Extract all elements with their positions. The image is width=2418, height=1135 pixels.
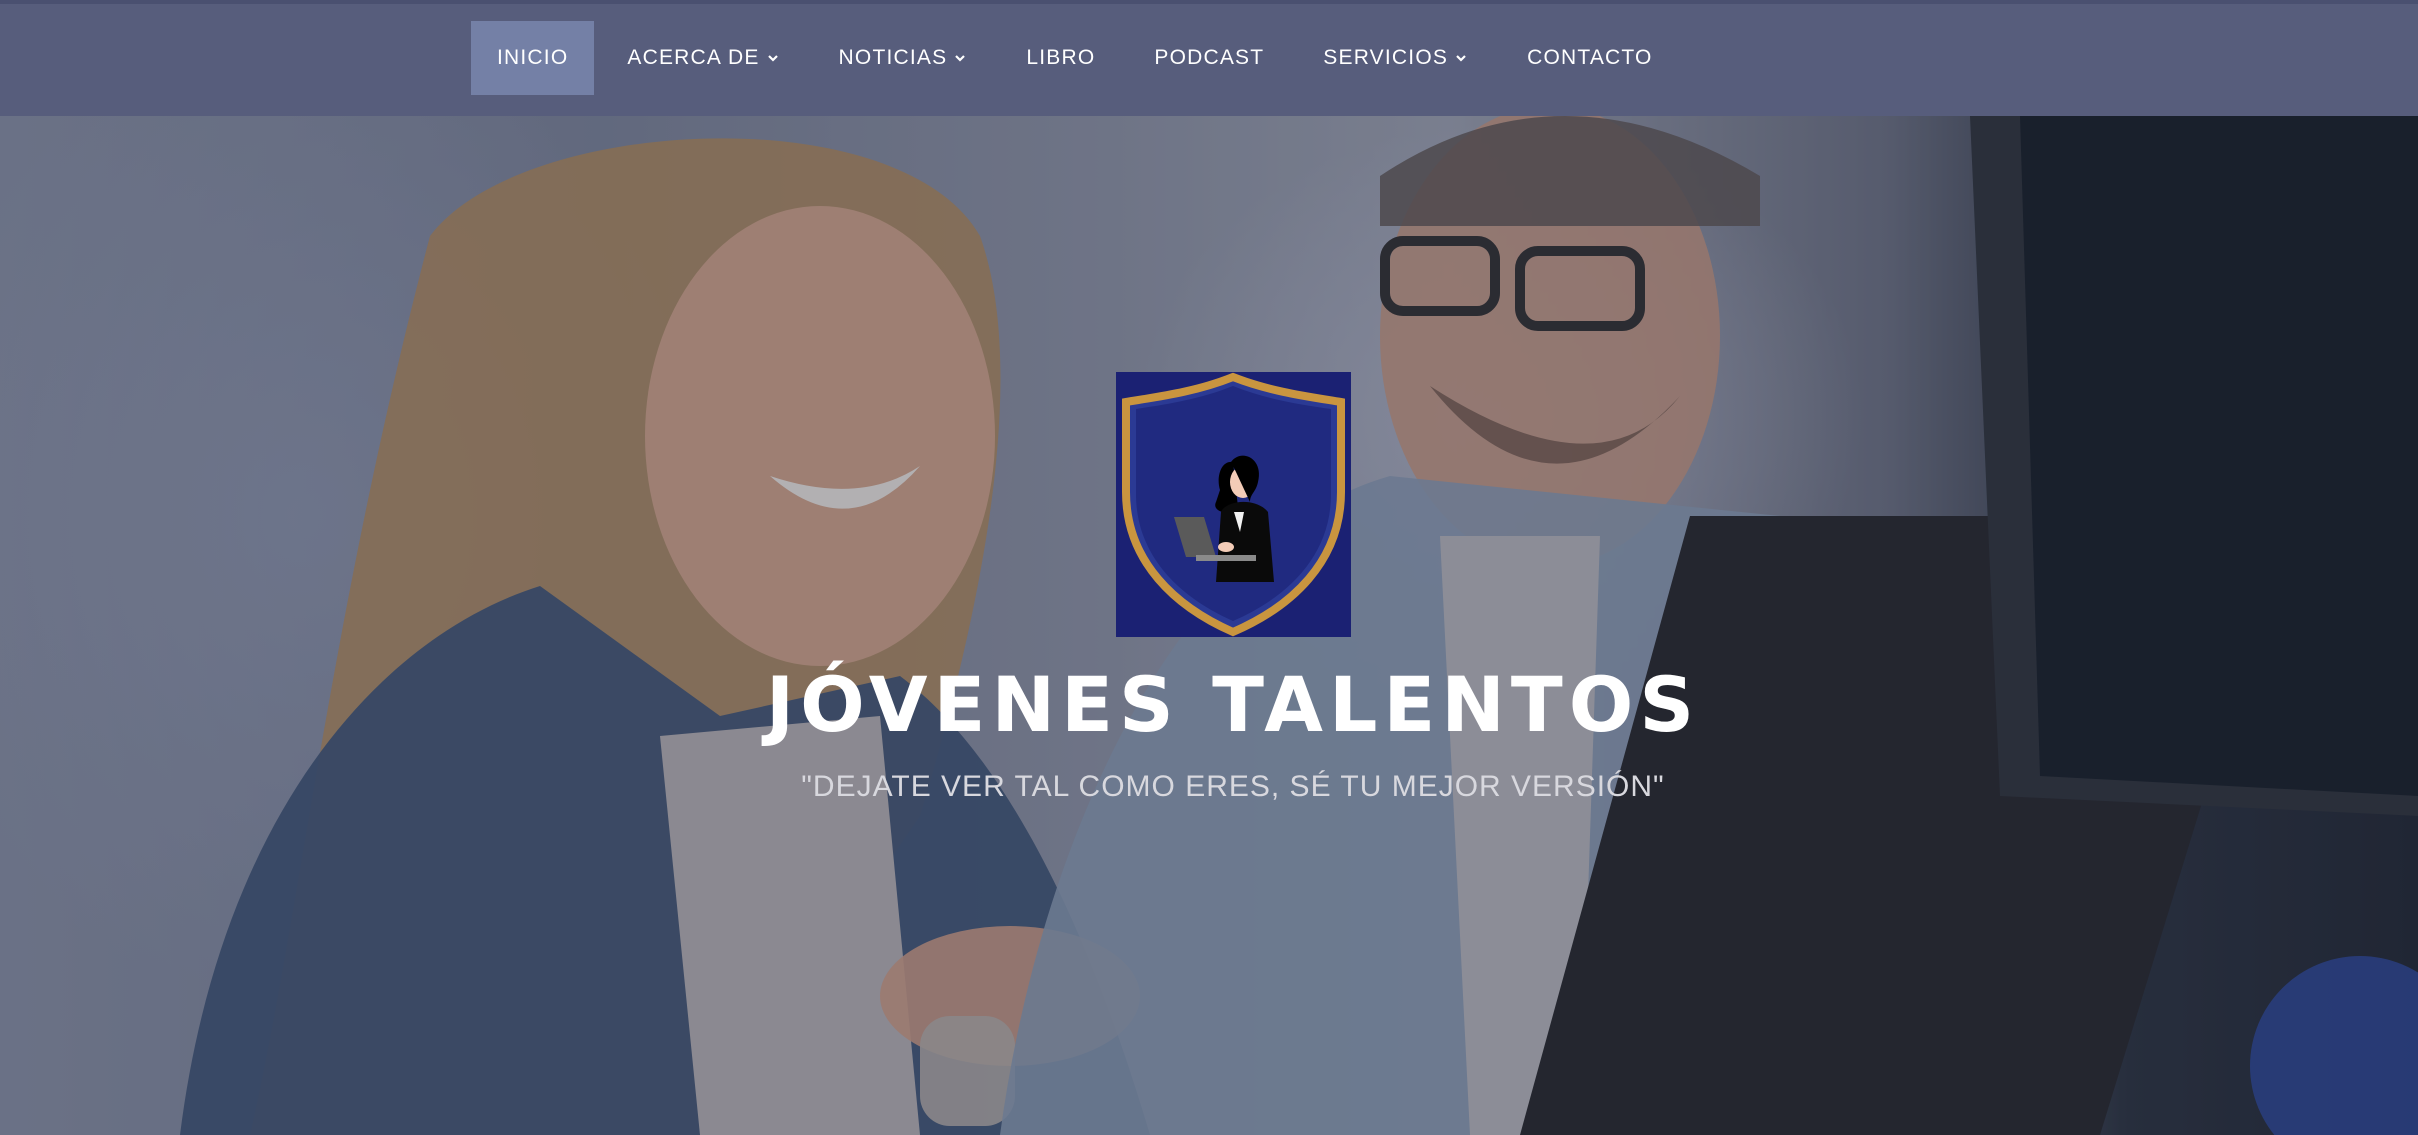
nav-item-label: NOTICIAS bbox=[838, 46, 948, 69]
hero-title: JÓVENES TALENTOS bbox=[765, 660, 1701, 749]
nav-item-servicios[interactable]: SERVICIOS bbox=[1297, 21, 1494, 95]
nav-item-acerca-de[interactable]: ACERCA DE bbox=[601, 21, 805, 95]
nav-item-label: LIBRO bbox=[1026, 46, 1096, 69]
chevron-down-icon bbox=[1456, 55, 1466, 62]
nav-item-inicio[interactable]: INICIO bbox=[471, 21, 595, 95]
nav-item-label: SERVICIOS bbox=[1323, 46, 1449, 69]
chevron-down-icon bbox=[955, 55, 966, 62]
logo[interactable] bbox=[1116, 372, 1351, 637]
main-navbar: INICIO ACERCA DE NOTICIAS LIBRO PODCAST … bbox=[0, 0, 2418, 116]
shield-woman-laptop-icon bbox=[1122, 372, 1345, 637]
chevron-down-icon bbox=[767, 55, 778, 62]
nav-item-label: ACERCA DE bbox=[627, 46, 760, 69]
nav-item-contacto[interactable]: CONTACTO bbox=[1501, 21, 1679, 95]
nav-item-podcast[interactable]: PODCAST bbox=[1128, 21, 1290, 95]
nav-item-label: PODCAST bbox=[1154, 46, 1265, 69]
nav-list: INICIO ACERCA DE NOTICIAS LIBRO PODCAST … bbox=[471, 21, 1686, 95]
hero-subtitle: "DEJATE VER TAL COMO ERES, SÉ TU MEJOR V… bbox=[801, 770, 1665, 803]
nav-item-noticias[interactable]: NOTICIAS bbox=[813, 21, 994, 95]
nav-item-label: INICIO bbox=[497, 46, 569, 69]
nav-item-libro[interactable]: LIBRO bbox=[1000, 21, 1121, 95]
nav-item-label: CONTACTO bbox=[1527, 46, 1653, 69]
